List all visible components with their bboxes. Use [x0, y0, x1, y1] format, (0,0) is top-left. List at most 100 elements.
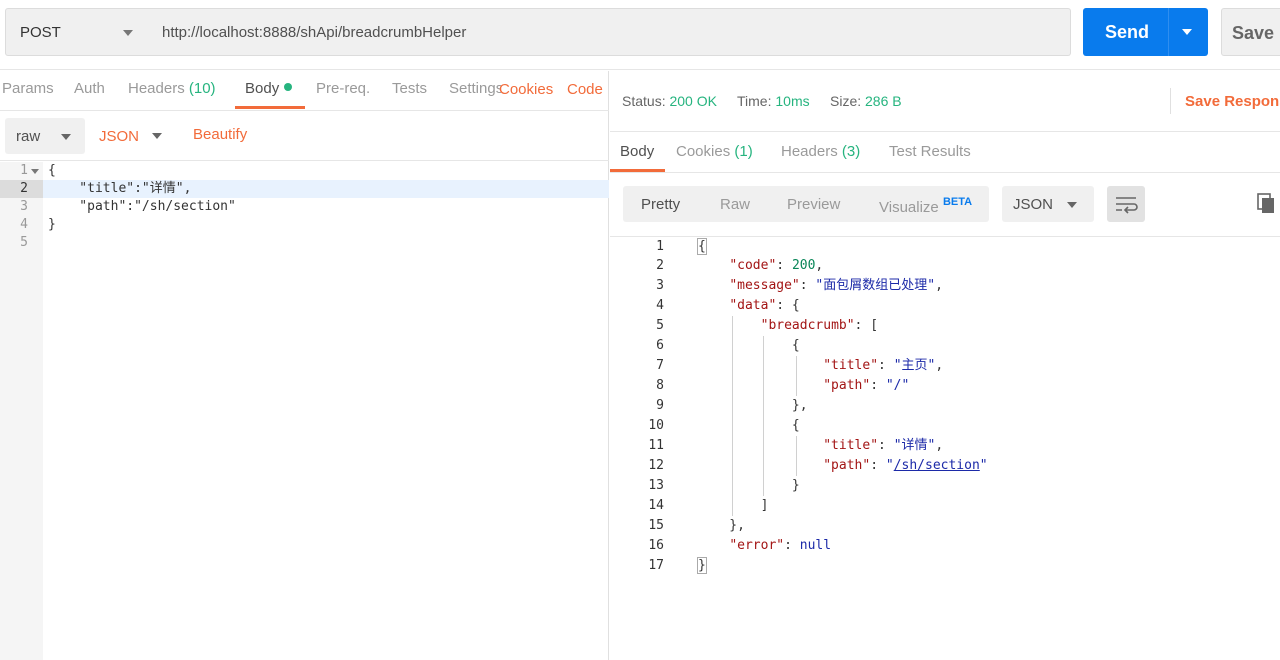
line-code: } [48, 217, 56, 232]
response-line: 6 { [610, 336, 1280, 356]
response-line: 8 "path": "/" [610, 376, 1280, 396]
response-line: 17 } [610, 556, 1280, 576]
tab-tests[interactable]: Tests [392, 80, 427, 97]
request-body-editor[interactable]: 1 { 2 "title":"详情", 3 "path":"/sh/sectio… [0, 162, 609, 660]
status-value[interactable]: 200 OK [669, 93, 716, 109]
send-options-chevron-icon[interactable] [1182, 29, 1192, 35]
cookies-link[interactable]: Cookies [499, 81, 553, 98]
line-number: 1 [20, 163, 28, 178]
beautify-button[interactable]: Beautify [193, 126, 247, 143]
response-line: 15 }, [610, 516, 1280, 536]
time-label: Time: [737, 93, 772, 109]
tab-test-results[interactable]: Test Results [889, 143, 971, 160]
status-label: Status: [622, 93, 666, 109]
chevron-down-icon [61, 134, 71, 140]
line-number: 12 [648, 458, 664, 473]
tab-prereq[interactable]: Pre-req. [316, 80, 370, 97]
response-line: 3 "message": "面包屑数组已处理", [610, 276, 1280, 296]
path-link[interactable]: /sh/section [894, 458, 980, 473]
line-number: 6 [656, 338, 664, 353]
line-number: 3 [656, 278, 664, 293]
url-value: http://localhost:8888/shApi/breadcrumbHe… [162, 24, 467, 41]
line-number: 16 [648, 538, 664, 553]
time-info: Time: 10ms [737, 93, 810, 109]
fold-arrow-icon[interactable] [31, 169, 39, 174]
size-value[interactable]: 286 B [865, 93, 902, 109]
view-raw[interactable]: Raw [720, 196, 750, 213]
response-line: 12 "path": "/sh/section" [610, 456, 1280, 476]
response-pane: Status: 200 OK Time: 10ms Size: 286 B Sa… [610, 71, 1280, 660]
line-code: "title": "主页", [823, 358, 944, 373]
line-number: 15 [648, 518, 664, 533]
response-format-select[interactable]: JSON [1002, 186, 1094, 222]
tab-settings[interactable]: Settings [449, 80, 501, 97]
visualize-label: Visualize [879, 199, 939, 216]
line-code: "path": "/" [823, 378, 910, 393]
tab-cookies-count: (1) [734, 143, 753, 160]
tab-response-body[interactable]: Body [620, 143, 654, 160]
send-button[interactable]: Send [1083, 8, 1208, 56]
response-line: 5 "breadcrumb": [ [610, 316, 1280, 336]
body-format-select[interactable]: JSON [99, 128, 139, 145]
wrap-lines-button[interactable] [1107, 186, 1145, 222]
line-number: 4 [20, 217, 28, 232]
tab-headers-label: Headers [781, 143, 838, 160]
line-code: "error": null [729, 538, 832, 553]
tab-body[interactable]: Body [245, 80, 293, 97]
line-code: }, [698, 518, 745, 533]
url-input[interactable]: http://localhost:8888/shApi/breadcrumbHe… [149, 8, 1071, 56]
size-label: Size: [830, 93, 862, 109]
response-body-viewer[interactable]: 1 { 2 "code": 200, 3 "message": "面包屑数组已处… [610, 236, 1280, 660]
view-visualize[interactable]: Visualize BETA [879, 196, 972, 216]
line-number: 10 [648, 418, 664, 433]
response-line: 2 "code": 200, [610, 256, 1280, 276]
tab-headers-count: (10) [188, 80, 216, 97]
body-mode-select[interactable]: raw [5, 118, 85, 154]
line-code: }, [698, 398, 808, 413]
copy-button[interactable] [1254, 191, 1280, 217]
tab-params[interactable]: Params [2, 80, 54, 97]
line-number: 13 [648, 478, 664, 493]
response-line: 1 { [610, 236, 1280, 256]
line-number: 17 [648, 558, 664, 573]
response-line: 14 ] [610, 496, 1280, 516]
method-label: POST [20, 24, 61, 41]
response-format-label: JSON [1013, 196, 1054, 213]
status-info: Status: 200 OK [622, 93, 717, 109]
save-button[interactable]: Save [1221, 8, 1280, 56]
time-value[interactable]: 10ms [775, 93, 809, 109]
tab-auth[interactable]: Auth [74, 80, 105, 97]
line-number: 7 [656, 358, 664, 373]
request-tabs: Params Auth Headers (10) Body Pre-req. T… [0, 71, 609, 111]
editor-line: 3 "path":"/sh/section" [0, 198, 609, 216]
line-code: { [698, 338, 800, 353]
tab-cookies-label: Cookies [676, 143, 731, 160]
copy-icon [1257, 193, 1274, 213]
response-line: 7 "title": "主页", [610, 356, 1280, 376]
line-code: "message": "面包屑数组已处理", [729, 278, 943, 293]
view-mode-bar: Pretty Raw Preview Visualize BETA [623, 186, 989, 222]
response-line: 16 "error": null [610, 536, 1280, 556]
line-number: 5 [656, 318, 664, 333]
view-pretty[interactable]: Pretty [641, 196, 680, 213]
line-code: "data": { [729, 298, 800, 313]
request-bar: POST http://localhost:8888/shApi/breadcr… [0, 0, 1280, 70]
response-line: 13 } [610, 476, 1280, 496]
code-link[interactable]: Code [567, 81, 603, 98]
line-number: 4 [656, 298, 664, 313]
editor-line: 5 [0, 234, 609, 252]
tab-response-cookies[interactable]: Cookies (1) [676, 143, 753, 160]
wrap-icon [1116, 197, 1138, 214]
tab-headers[interactable]: Headers (10) [128, 80, 216, 97]
view-preview[interactable]: Preview [787, 196, 840, 213]
line-number: 14 [648, 498, 664, 513]
editor-line: 4 } [0, 216, 609, 234]
save-response-button[interactable]: Save Response [1185, 93, 1280, 110]
line-code: { [697, 238, 707, 255]
body-options: raw JSON Beautify [0, 113, 609, 161]
method-select[interactable]: POST [5, 8, 150, 56]
body-indicator-dot [284, 83, 293, 91]
chevron-down-icon[interactable] [152, 133, 162, 139]
tab-response-headers[interactable]: Headers (3) [781, 143, 860, 160]
line-code: } [697, 557, 707, 574]
